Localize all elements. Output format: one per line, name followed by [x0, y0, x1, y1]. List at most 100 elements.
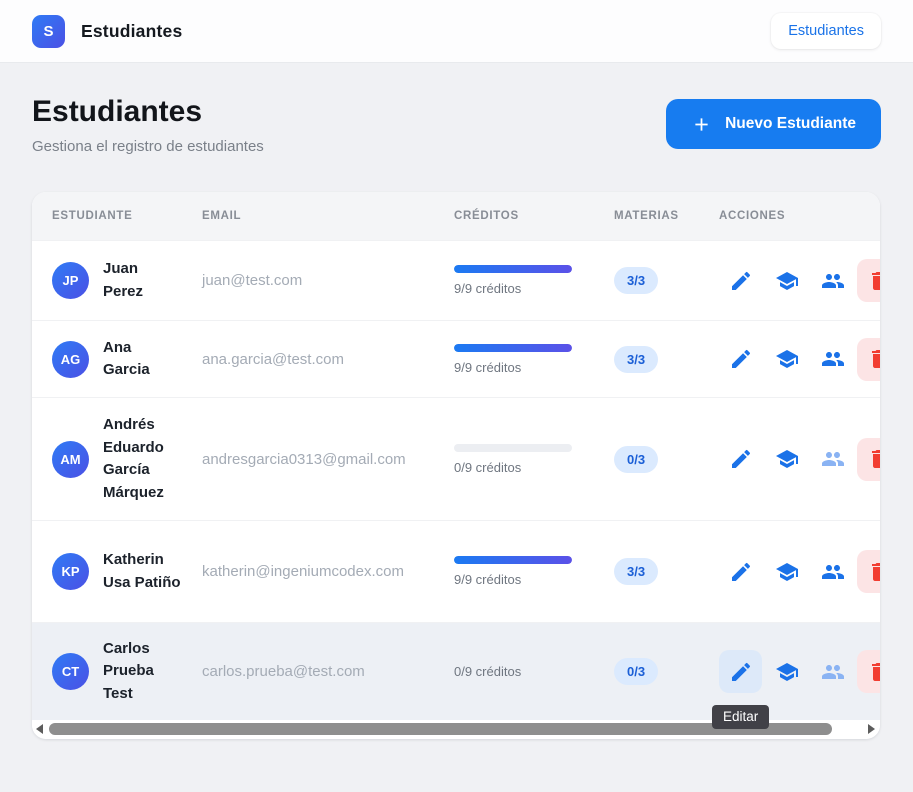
avatar: AG	[52, 340, 89, 378]
subjects-button[interactable]	[765, 650, 808, 693]
school-icon	[775, 450, 798, 468]
student-name: Juan Perez	[103, 260, 144, 300]
page-title: Estudiantes	[32, 95, 203, 128]
avatar-initials: KP	[61, 564, 80, 579]
student-cell: AM Andrés Eduardo García Márquez	[32, 414, 202, 504]
avatar: AM	[52, 440, 89, 478]
groups-button-disabled[interactable]	[811, 650, 854, 693]
page-subtitle: Gestiona el registro de estudiantes	[32, 138, 264, 155]
group-icon	[821, 273, 844, 288]
edit-icon	[731, 271, 750, 290]
credits-cell: 9/9 créditos	[454, 265, 614, 296]
actions-cell	[719, 550, 880, 593]
edit-icon	[731, 349, 750, 368]
avatar-initials: AM	[60, 451, 81, 467]
student-email: katherin@ingeniumcodex.com	[202, 563, 404, 580]
student-name: Ana Garcia	[103, 338, 150, 379]
edit-button[interactable]	[719, 259, 762, 302]
school-icon	[775, 662, 798, 681]
materias-cell: 3/3	[614, 558, 719, 585]
materias-badge: 3/3	[614, 558, 659, 585]
edit-button[interactable]	[719, 550, 762, 593]
edit-icon	[731, 449, 750, 468]
page-header-text: Estudiantes Gestiona el registro de estu…	[32, 95, 264, 155]
student-email: carlos.prueba@test.com	[202, 663, 365, 680]
materias-badge: 3/3	[614, 267, 659, 294]
edit-button[interactable]	[719, 650, 762, 693]
column-header-materias: Materias	[614, 210, 679, 222]
actions-cell	[719, 337, 880, 381]
school-icon	[775, 562, 798, 581]
subjects-button[interactable]	[765, 259, 808, 302]
student-name: Carlos Prueba Test	[103, 639, 154, 702]
scrollbar-left-arrow-icon[interactable]	[36, 724, 43, 734]
credits-cell: 0/9 créditos	[454, 443, 614, 475]
student-email: andresgarcia0313@gmail.com	[202, 450, 406, 468]
credits-progress-bar	[454, 556, 572, 564]
table-row: JP Juan Perez juan@test.com 9/9 créditos…	[32, 240, 880, 320]
actions-cell	[719, 259, 880, 302]
subjects-button[interactable]	[765, 550, 808, 593]
student-name: Katherin Usa Patiño	[103, 551, 181, 591]
delete-icon	[871, 271, 880, 290]
column-header-creditos: Créditos	[454, 210, 519, 222]
scrollbar-right-arrow-icon[interactable]	[868, 724, 875, 734]
groups-button[interactable]	[811, 259, 854, 302]
table-row: AM Andrés Eduardo García Márquez andresg…	[32, 397, 880, 520]
table-row: AG Ana Garcia ana.garcia@test.com 9/9 cr…	[32, 320, 880, 397]
credits-label: 0/9 créditos	[454, 664, 522, 679]
groups-button-disabled[interactable]	[811, 438, 854, 481]
delete-button[interactable]	[857, 550, 880, 593]
credits-progress-bar	[454, 343, 572, 352]
delete-button[interactable]	[857, 337, 880, 381]
table-header-row: Estudiante Email Créditos Materias Accio…	[32, 192, 880, 240]
credits-cell: 0/9 créditos	[454, 664, 614, 679]
actions-cell	[719, 437, 880, 481]
page-header: Estudiantes Gestiona el registro de estu…	[32, 95, 881, 155]
credits-label: 9/9 créditos	[454, 359, 522, 375]
credits-cell: 9/9 créditos	[454, 343, 614, 375]
subjects-button[interactable]	[765, 438, 808, 481]
materias-badge: 3/3	[614, 345, 659, 373]
student-cell: CT Carlos Prueba Test	[32, 638, 202, 706]
nav-estudiantes-button[interactable]: Estudiantes	[771, 13, 881, 49]
subjects-button[interactable]	[765, 338, 808, 381]
column-header-acciones: Acciones	[719, 210, 786, 222]
app-title: Estudiantes	[81, 20, 183, 41]
group-icon	[821, 352, 844, 366]
group-icon	[821, 564, 844, 579]
materias-badge: 0/3	[614, 658, 659, 685]
edit-button[interactable]	[719, 338, 762, 381]
student-email: ana.garcia@test.com	[202, 350, 344, 368]
plus-icon	[695, 117, 708, 131]
table-row: KP Katherin Usa Patiño katherin@ingenium…	[32, 520, 880, 622]
school-icon	[775, 271, 798, 290]
student-cell: KP Katherin Usa Patiño	[32, 549, 202, 594]
school-icon	[775, 350, 798, 368]
avatar-initials: CT	[61, 664, 80, 679]
delete-button[interactable]	[857, 259, 880, 302]
delete-button[interactable]	[857, 650, 880, 693]
materias-cell: 0/3	[614, 445, 719, 473]
edit-icon	[731, 662, 750, 681]
delete-icon	[871, 662, 880, 681]
group-icon	[821, 664, 844, 679]
edit-button[interactable]	[719, 438, 762, 481]
new-student-button[interactable]: Nuevo Estudiante	[666, 99, 881, 149]
tooltip: Editar	[712, 705, 770, 729]
app-logo: S	[32, 14, 65, 48]
materias-badge: 0/3	[614, 445, 659, 473]
student-cell: AG Ana Garcia	[32, 337, 202, 382]
top-bar: S Estudiantes Estudiantes	[0, 0, 913, 63]
delete-icon	[871, 350, 880, 368]
edit-icon	[731, 562, 750, 581]
delete-button[interactable]	[857, 437, 880, 481]
credits-cell: 9/9 créditos	[454, 556, 614, 587]
groups-button[interactable]	[811, 550, 854, 593]
brand: S Estudiantes	[32, 14, 183, 48]
avatar-initials: JP	[62, 273, 79, 288]
credits-label: 9/9 créditos	[454, 281, 522, 296]
avatar: JP	[52, 262, 89, 299]
column-header-email: Email	[202, 210, 242, 222]
groups-button[interactable]	[811, 338, 854, 381]
